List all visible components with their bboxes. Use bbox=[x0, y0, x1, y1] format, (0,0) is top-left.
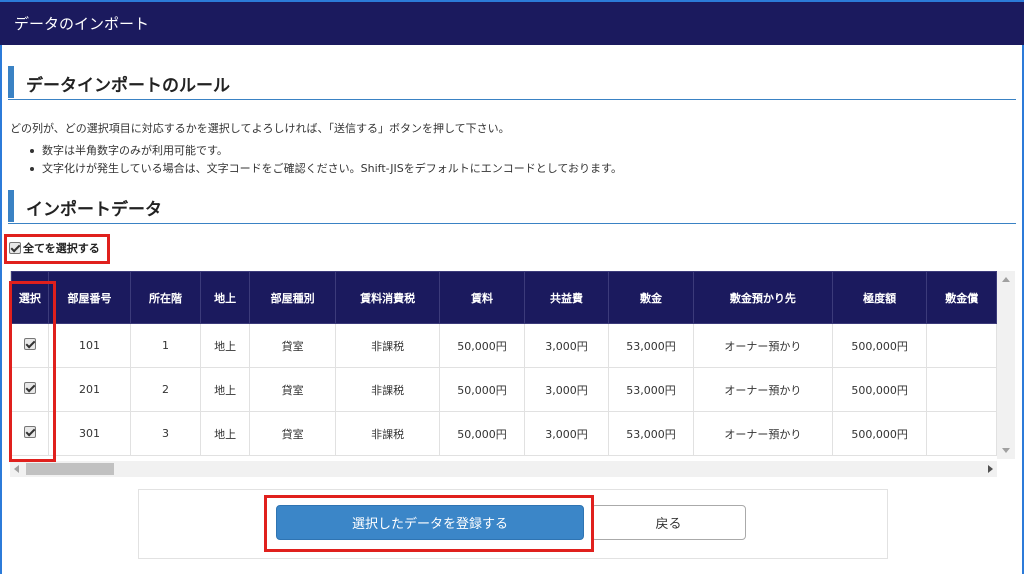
select-all-label: 全てを選択する bbox=[23, 242, 100, 255]
table-header-row: 選択 部屋番号 所在階 地上 部屋種別 賃料消費税 賃料 共益費 敷金 敷金預か… bbox=[11, 271, 997, 324]
checkbox-icon[interactable] bbox=[9, 242, 21, 254]
register-selected-button[interactable]: 選択したデータを登録する bbox=[276, 505, 584, 540]
table-cell: 201 bbox=[47, 367, 132, 412]
table-cell: 地上 bbox=[199, 323, 251, 368]
page-header: データのインポート bbox=[0, 0, 1024, 45]
rules-heading-text: データインポートのルール bbox=[26, 76, 230, 96]
import-section-heading: インポートデータ bbox=[8, 190, 1016, 224]
heading-accent-bar bbox=[8, 190, 14, 222]
table-row: 101 1 地上 貸室 非課税 50,000円 3,000円 53,000円 オ… bbox=[11, 323, 997, 368]
table-cell: オーナー預かり bbox=[692, 323, 833, 368]
table-cell: 500,000円 bbox=[831, 323, 928, 368]
table-cell: 101 bbox=[47, 323, 132, 368]
table-cell: 貸室 bbox=[249, 411, 336, 456]
table-cell: 3,000円 bbox=[523, 323, 610, 368]
column-header-common-fee: 共益費 bbox=[523, 271, 610, 324]
table-cell: 50,000円 bbox=[439, 323, 525, 368]
table-row: 301 3 地上 貸室 非課税 50,000円 3,000円 53,000円 オ… bbox=[11, 411, 997, 456]
table-cell: 非課税 bbox=[334, 323, 441, 368]
row-checkbox[interactable] bbox=[23, 338, 36, 350]
column-header-rent-tax: 賃料消費税 bbox=[334, 271, 441, 324]
row-select-cell[interactable] bbox=[11, 323, 49, 368]
column-header-room-number: 部屋番号 bbox=[47, 271, 132, 324]
table-cell: 53,000円 bbox=[608, 367, 694, 412]
row-checkbox[interactable] bbox=[23, 382, 36, 394]
table-cell: 3,000円 bbox=[523, 367, 610, 412]
scroll-right-icon[interactable] bbox=[988, 465, 993, 473]
table-cell: 地上 bbox=[199, 367, 251, 412]
column-header-above-ground: 地上 bbox=[199, 271, 251, 324]
rules-section-heading: データインポートのルール bbox=[8, 66, 1016, 100]
table-cell: 地上 bbox=[199, 411, 251, 456]
table-cell: 53,000円 bbox=[608, 411, 694, 456]
column-header-select: 選択 bbox=[11, 271, 49, 324]
table-cell: 500,000円 bbox=[831, 367, 928, 412]
rules-list: 数字は半角数字のみが利用可能です。 文字化けが発生している場合は、文字コードをご… bbox=[28, 142, 622, 178]
scrollbar-thumb[interactable] bbox=[26, 463, 114, 475]
column-header-rent: 賃料 bbox=[439, 271, 525, 324]
table-cell: オーナー預かり bbox=[692, 411, 833, 456]
column-header-deposit-holder: 敷金預かり先 bbox=[692, 271, 833, 324]
table-cell: 非課税 bbox=[334, 411, 441, 456]
table-cell: 2 bbox=[130, 367, 201, 412]
import-heading-text: インポートデータ bbox=[26, 200, 162, 220]
scroll-up-icon[interactable] bbox=[1002, 277, 1010, 282]
select-all-checkbox[interactable]: 全てを選択する bbox=[9, 240, 100, 256]
row-select-cell[interactable] bbox=[11, 411, 49, 456]
rule-item: 数字は半角数字のみが利用可能です。 bbox=[28, 142, 622, 160]
import-data-table: 選択 部屋番号 所在階 地上 部屋種別 賃料消費税 賃料 共益費 敷金 敷金預か… bbox=[11, 271, 997, 456]
table-cell bbox=[926, 411, 997, 456]
table-cell bbox=[926, 367, 997, 412]
table-cell: 3 bbox=[130, 411, 201, 456]
table-cell: オーナー預かり bbox=[692, 367, 833, 412]
back-button[interactable]: 戻る bbox=[591, 505, 746, 540]
table-row: 201 2 地上 貸室 非課税 50,000円 3,000円 53,000円 オ… bbox=[11, 367, 997, 412]
table-horizontal-scrollbar[interactable] bbox=[10, 461, 997, 477]
table-cell bbox=[926, 323, 997, 368]
table-cell: 1 bbox=[130, 323, 201, 368]
intro-text: どの列が、どの選択項目に対応するかを選択してよろしければ、「送信する」ボタンを押… bbox=[10, 122, 510, 135]
table-cell: 非課税 bbox=[334, 367, 441, 412]
row-checkbox[interactable] bbox=[23, 426, 36, 438]
scroll-down-icon[interactable] bbox=[1002, 448, 1010, 453]
scroll-left-icon[interactable] bbox=[14, 465, 19, 473]
table-cell: 50,000円 bbox=[439, 411, 525, 456]
column-header-limit-amount: 極度額 bbox=[831, 271, 928, 324]
import-table-container[interactable]: 選択 部屋番号 所在階 地上 部屋種別 賃料消費税 賃料 共益費 敷金 敷金預か… bbox=[10, 271, 997, 459]
page-title: データのインポート bbox=[14, 15, 150, 33]
table-cell: 3,000円 bbox=[523, 411, 610, 456]
table-cell: 貸室 bbox=[249, 323, 336, 368]
column-header-floor: 所在階 bbox=[130, 271, 201, 324]
column-header-room-type: 部屋種別 bbox=[249, 271, 336, 324]
column-header-deposit: 敷金 bbox=[608, 271, 694, 324]
table-cell: 50,000円 bbox=[439, 367, 525, 412]
row-select-cell[interactable] bbox=[11, 367, 49, 412]
table-vertical-scrollbar[interactable] bbox=[997, 271, 1015, 459]
column-header-deposit-amortization: 敷金償 bbox=[926, 271, 997, 324]
heading-accent-bar bbox=[8, 66, 14, 98]
table-cell: 301 bbox=[47, 411, 132, 456]
table-cell: 貸室 bbox=[249, 367, 336, 412]
table-cell: 500,000円 bbox=[831, 411, 928, 456]
table-cell: 53,000円 bbox=[608, 323, 694, 368]
rule-item: 文字化けが発生している場合は、文字コードをご確認ください。Shift-JISをデ… bbox=[28, 160, 622, 178]
